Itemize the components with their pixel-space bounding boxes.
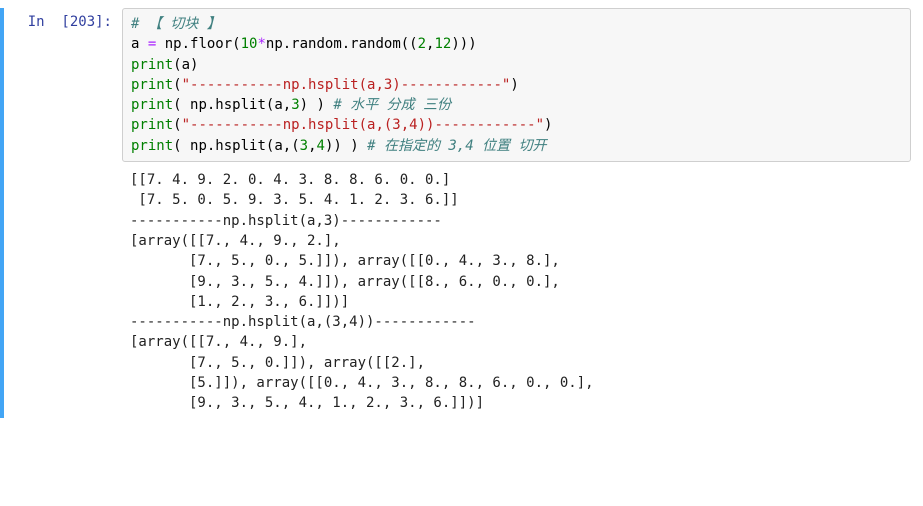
code-text: np.floor xyxy=(156,36,232,52)
code-string: "-----------np.hsplit(a,3)------------" xyxy=(182,77,511,93)
code-text: a xyxy=(274,138,282,154)
code-string: "-----------np.hsplit(a,(3,4))----------… xyxy=(182,117,544,133)
code-builtin: print xyxy=(131,57,173,73)
code-paren: ( xyxy=(173,57,181,73)
code-text: a xyxy=(131,36,148,52)
code-text: a xyxy=(274,97,282,113)
code-paren: ( xyxy=(291,138,299,154)
code-builtin: print xyxy=(131,77,173,93)
code-number: 3 xyxy=(300,138,308,154)
code-number: 2 xyxy=(418,36,426,52)
code-comment: # 水平 分成 三份 xyxy=(325,97,451,113)
input-prompt: In [203]: xyxy=(12,8,122,162)
code-comment: # 在指定的 3,4 位置 切开 xyxy=(359,138,547,154)
code-number: 12 xyxy=(434,36,451,52)
code-builtin: print xyxy=(131,117,173,133)
input-row: In [203]: # 【 切块 】 a = np.floor(10*np.ra… xyxy=(12,8,911,162)
code-builtin: print xyxy=(131,138,173,154)
code-paren: ))) xyxy=(451,36,476,52)
code-input[interactable]: # 【 切块 】 a = np.floor(10*np.random.rando… xyxy=(122,8,911,162)
code-number: 4 xyxy=(317,138,325,154)
notebook-cell: In [203]: # 【 切块 】 a = np.floor(10*np.ra… xyxy=(0,8,923,418)
code-text: np.hsplit xyxy=(190,97,266,113)
code-paren: ) xyxy=(510,77,518,93)
code-paren: )) ) xyxy=(325,138,359,154)
code-op: * xyxy=(257,36,265,52)
code-text: a xyxy=(182,57,190,73)
code-paren: ) xyxy=(544,117,552,133)
code-paren: ( xyxy=(173,97,190,113)
code-text: np.hsplit xyxy=(190,138,266,154)
code-paren: ) xyxy=(190,57,198,73)
code-comment: # 【 切块 】 xyxy=(131,16,221,32)
code-number: 10 xyxy=(241,36,258,52)
code-builtin: print xyxy=(131,97,173,113)
code-paren: ( xyxy=(232,36,240,52)
code-paren: ) ) xyxy=(300,97,325,113)
code-text: np.random.random xyxy=(266,36,401,52)
code-comma: , xyxy=(308,138,316,154)
code-paren: ( xyxy=(173,117,181,133)
code-comma: , xyxy=(283,97,291,113)
code-comma: , xyxy=(283,138,291,154)
code-paren: ( xyxy=(173,77,181,93)
code-number: 3 xyxy=(291,97,299,113)
code-paren: (( xyxy=(401,36,418,52)
output-text: [[7. 4. 9. 2. 0. 4. 3. 8. 8. 6. 0. 0.] [… xyxy=(122,162,911,418)
code-paren: ( xyxy=(173,138,190,154)
